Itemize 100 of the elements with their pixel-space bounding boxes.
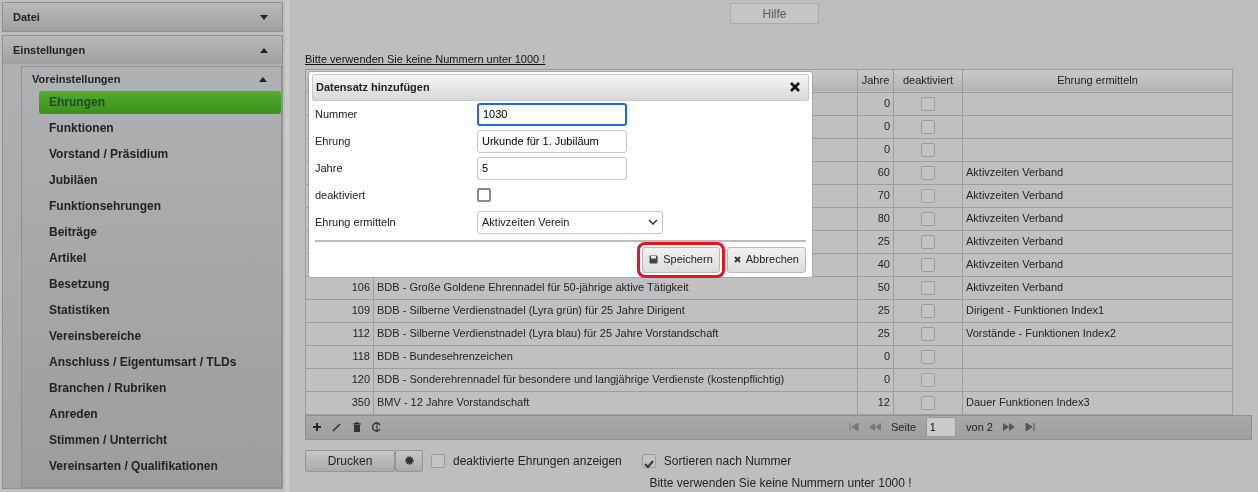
table-cell: BDB - Bundesehrenzeichen — [373, 345, 858, 368]
table-cell: 40 — [857, 253, 894, 276]
table-cell: Dirigent - Funktionen Index1 — [962, 299, 1233, 322]
help-button[interactable]: Hilfe — [730, 3, 819, 24]
input-field[interactable]: Urkunde für 1. Jubiläum — [477, 129, 627, 153]
caret-icon — [260, 47, 268, 53]
gear-icon — [404, 456, 414, 465]
sidebar-item[interactable]: Beiträge — [39, 221, 281, 244]
caret-icon — [260, 14, 268, 20]
sidebar-item[interactable]: Stimmen / Unterricht — [39, 429, 281, 452]
field-label: deaktiviert — [315, 187, 367, 203]
checkbox[interactable] — [921, 350, 935, 365]
first-page-icon — [849, 423, 859, 431]
checkbox[interactable] — [921, 189, 935, 204]
subpanel-header[interactable]: Voreinstellungen — [22, 67, 281, 91]
table-cell: Aktivzeiten Verband — [962, 184, 1233, 207]
table-cell: 0 — [857, 368, 894, 391]
table-cell: 25 — [857, 230, 894, 253]
input-field[interactable]: 5 — [477, 156, 627, 180]
sidebar-item[interactable]: Vorstand / Präsidium — [39, 143, 281, 166]
table-cell: Vorstände - Funktionen Index2 — [962, 322, 1233, 345]
input-field[interactable]: 1030 — [477, 102, 627, 126]
table-cell: BDB - Silberne Verdienstnadel (Lyra grün) für 25 Jahre Dirigent — [373, 299, 858, 322]
next-page-icon — [1003, 423, 1015, 431]
sidebar-item[interactable]: Funktionen — [39, 117, 281, 140]
table-cell: Aktivzeiten Verband — [962, 276, 1233, 299]
panel-title: Voreinstellungen — [32, 71, 121, 87]
sidebar-item[interactable]: Vereinsbereiche — [39, 325, 281, 348]
table-cell: 50 — [857, 276, 894, 299]
table-cell: BDB - Sonderehrennadel für besondere und langjährige Verdienste (kostenpflichtig) — [373, 368, 858, 391]
sidebar-item[interactable]: Besetzung — [39, 273, 281, 296]
checkbox[interactable] — [641, 453, 656, 468]
column-header[interactable]: Ehrung ermitteln — [962, 69, 1233, 92]
checkbox[interactable] — [921, 166, 935, 181]
checkbox[interactable] — [921, 327, 935, 342]
chevron-icon — [648, 219, 658, 225]
checkbox[interactable] — [921, 143, 935, 158]
table-cell: 25 — [857, 322, 894, 345]
save-icon — [649, 255, 659, 264]
checkbox[interactable] — [921, 235, 935, 250]
table-cell: 0 — [857, 115, 894, 138]
table-cell: 12 — [857, 391, 894, 414]
close-icon — [733, 256, 741, 263]
field-label: Ehrung ermitteln — [315, 214, 397, 230]
table-cell: 109 — [305, 299, 374, 322]
table-cell: 120 — [305, 368, 374, 391]
checkbox[interactable] — [921, 304, 935, 319]
checkbox[interactable] — [921, 120, 935, 135]
table-cell: Aktivzeiten Verband — [962, 230, 1233, 253]
checkbox[interactable] — [431, 453, 445, 468]
panel-title: Datei — [13, 9, 40, 25]
sidebar-item[interactable]: Funktionsehrungen — [39, 195, 281, 218]
column-header[interactable]: deaktiviert — [893, 69, 963, 92]
field-label: Ehrung — [315, 133, 352, 149]
checkbox[interactable] — [921, 373, 935, 388]
print-button[interactable]: Drucken — [305, 449, 395, 472]
checkbox-label: deaktivierte Ehrungen anzeigen — [453, 452, 622, 470]
field-label: Jahre — [315, 160, 344, 176]
last-page-icon — [1025, 423, 1035, 431]
table-cell: 60 — [857, 161, 894, 184]
table-cell: 112 — [305, 322, 374, 345]
page-label: Seite — [891, 419, 917, 435]
table-cell: BMV - 12 Jahre Vorstandschaft — [373, 391, 858, 414]
add-icon — [312, 422, 322, 432]
sidebar-item[interactable]: Statistiken — [39, 299, 281, 322]
prev-page-icon — [869, 423, 881, 431]
checkbox[interactable] — [921, 396, 935, 411]
checkbox[interactable] — [921, 97, 935, 112]
checkbox[interactable] — [921, 281, 935, 296]
page-total: von 2 — [966, 419, 993, 435]
sidebar-item[interactable]: Artikel — [39, 247, 281, 270]
dialog-title: Datensatz hinzufügen — [316, 79, 430, 95]
field-label: Nummer — [315, 106, 359, 122]
checkbox[interactable] — [477, 188, 491, 202]
sidebar-item[interactable]: Branchen / Rubriken — [39, 377, 281, 400]
table-cell: 0 — [857, 92, 894, 115]
table-cell: 80 — [857, 207, 894, 230]
sidebar-item[interactable]: Vereinsarten / Qualifikationen — [39, 455, 281, 478]
sidebar-item[interactable]: Anschluss / Eigentumsart / TLDs — [39, 351, 281, 374]
table-cell: 118 — [305, 345, 374, 368]
table-cell: 25 — [857, 299, 894, 322]
column-header[interactable]: Jahre — [857, 69, 894, 92]
notice-link[interactable]: Bitte verwenden Sie keine Nummern unter 1000 ! — [305, 51, 546, 68]
panel-header[interactable]: Einstellungen — [3, 36, 282, 64]
sidebar-item[interactable]: Anreden — [39, 403, 281, 426]
page-input[interactable]: 1 — [926, 417, 957, 437]
table-cell: 70 — [857, 184, 894, 207]
select-field[interactable]: Aktivzeiten Verein — [477, 210, 663, 234]
edit-icon — [332, 422, 342, 432]
table-cell: Aktivzeiten Verband — [962, 161, 1233, 184]
table-cell: Aktivzeiten Verband — [962, 207, 1233, 230]
sidebar-item[interactable]: Jubiläen — [39, 169, 281, 192]
close-icon[interactable] — [790, 82, 800, 92]
checkbox[interactable] — [921, 258, 935, 273]
table-cell: BDB - Silberne Verdienstnadel (Lyra blau) für 25 Jahre Vorstandschaft — [373, 322, 858, 345]
table-cell: 350 — [305, 391, 374, 414]
settings-button[interactable] — [395, 449, 423, 472]
checkbox[interactable] — [921, 212, 935, 227]
table-cell: 0 — [857, 345, 894, 368]
cancel-button[interactable]: Abbrechen — [726, 246, 806, 273]
